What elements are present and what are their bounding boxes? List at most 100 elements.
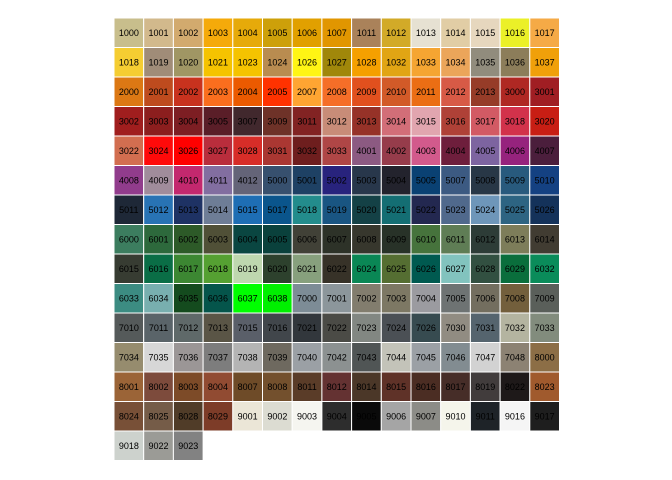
swatch-cell-3027: 3027 <box>202 135 234 166</box>
swatch-label-6021: 6021 <box>297 264 317 274</box>
swatch-cell-5010: 5010 <box>529 165 560 196</box>
swatch-cell-5001: 5001 <box>291 165 323 196</box>
swatch-cell-6006: 6006 <box>291 224 323 255</box>
swatch-cell-5026: 5026 <box>529 194 560 225</box>
swatch-label-4008: 4008 <box>119 175 139 185</box>
swatch-cell-2005: 2005 <box>262 76 293 107</box>
swatch-cell-3017: 3017 <box>469 106 501 137</box>
swatch-cell-9001: 9001 <box>232 401 264 432</box>
swatch-label-9004: 9004 <box>327 411 347 421</box>
swatch-label-5014: 5014 <box>208 205 228 215</box>
swatch-label-6006: 6006 <box>297 234 317 244</box>
swatch-cell-8008: 8008 <box>262 371 293 402</box>
swatch-label-7016: 7016 <box>267 323 287 333</box>
swatch-label-7042: 7042 <box>327 352 347 362</box>
swatch-cell-3011: 3011 <box>291 106 323 137</box>
swatch-cell-7011: 7011 <box>143 312 174 343</box>
swatch-cell-5022: 5022 <box>410 194 442 225</box>
swatch-cell-3004: 3004 <box>172 106 204 137</box>
swatch-cell-5011: 5011 <box>113 194 145 225</box>
swatch-label-3014: 3014 <box>386 116 406 126</box>
swatch-cell-4012: 4012 <box>232 165 264 196</box>
swatch-cell-4006: 4006 <box>499 135 531 166</box>
swatch-label-1028: 1028 <box>356 57 376 67</box>
swatch-label-6035: 6035 <box>178 293 198 303</box>
swatch-label-2010: 2010 <box>386 87 406 97</box>
swatch-cell-2009: 2009 <box>351 76 382 107</box>
swatch-cell-6036: 6036 <box>202 283 234 314</box>
swatch-label-1013: 1013 <box>416 28 436 38</box>
swatch-cell-5020: 5020 <box>351 194 382 225</box>
swatch-label-4002: 4002 <box>386 146 406 156</box>
swatch-cell-5024: 5024 <box>469 194 501 225</box>
swatch-label-6001: 6001 <box>149 234 169 244</box>
swatch-cell-6019: 6019 <box>232 253 264 284</box>
swatch-cell-5018: 5018 <box>291 194 323 225</box>
swatch-cell-7039: 7039 <box>262 342 293 373</box>
swatch-label-7031: 7031 <box>475 323 495 333</box>
swatch-label-8001: 8001 <box>119 382 139 392</box>
swatch-cell-6010: 6010 <box>410 224 442 255</box>
swatch-label-1032: 1032 <box>386 57 406 67</box>
swatch-cell-9011: 9011 <box>469 401 501 432</box>
swatch-label-4009: 4009 <box>149 175 169 185</box>
swatch-cell-9017: 9017 <box>529 401 560 432</box>
swatch-label-8025: 8025 <box>149 411 169 421</box>
swatch-label-6014: 6014 <box>535 234 555 244</box>
swatch-cell-1003: 1003 <box>202 17 234 48</box>
swatch-cell-7036: 7036 <box>172 342 204 373</box>
swatch-label-3000: 3000 <box>505 87 525 97</box>
swatch-label-1014: 1014 <box>446 28 466 38</box>
swatch-label-1011: 1011 <box>357 28 376 38</box>
swatch-label-5013: 5013 <box>178 205 198 215</box>
swatch-cells: 1000 1001 1002 1003 1004 1005 1006 1007 1011 1012… <box>113 17 560 461</box>
swatch-cell-1007: 1007 <box>321 17 353 48</box>
swatch-label-6026: 6026 <box>416 264 436 274</box>
swatch-cell-1016: 1016 <box>499 17 531 48</box>
swatch-cell-2011: 2011 <box>410 76 442 107</box>
swatch-cell-1017: 1017 <box>529 17 560 48</box>
swatch-label-5024: 5024 <box>475 205 495 215</box>
swatch-cell-6025: 6025 <box>380 253 412 284</box>
swatch-label-3005: 3005 <box>208 116 228 126</box>
swatch-label-1012: 1012 <box>386 28 406 38</box>
swatch-cell-8029: 8029 <box>202 401 234 432</box>
swatch-label-6009: 6009 <box>386 234 406 244</box>
swatch-cell-7047: 7047 <box>469 342 501 373</box>
swatch-cell-6009: 6009 <box>380 224 412 255</box>
swatch-cell-2012: 2012 <box>440 76 471 107</box>
swatch-cell-5017: 5017 <box>262 194 293 225</box>
swatch-cell-1014: 1014 <box>440 17 471 48</box>
swatch-label-7030: 7030 <box>446 323 466 333</box>
swatch-label-8022: 8022 <box>505 382 525 392</box>
swatch-label-1036: 1036 <box>505 57 525 67</box>
swatch-label-6034: 6034 <box>149 293 169 303</box>
swatch-cell-3013: 3013 <box>351 106 382 137</box>
swatch-cell-6022: 6022 <box>321 253 353 284</box>
swatch-cell-4007: 4007 <box>529 135 560 166</box>
swatch-label-7000: 7000 <box>297 293 317 303</box>
swatch-label-1033: 1033 <box>416 57 436 67</box>
swatch-cell-6021: 6021 <box>291 253 323 284</box>
swatch-label-7015: 7015 <box>238 323 258 333</box>
swatch-cell-7012: 7012 <box>172 312 204 343</box>
swatch-cell-7016: 7016 <box>262 312 293 343</box>
swatch-label-8004: 8004 <box>208 382 228 392</box>
swatch-label-6028: 6028 <box>475 264 495 274</box>
swatch-label-6018: 6018 <box>208 264 228 274</box>
swatch-cell-2002: 2002 <box>172 76 204 107</box>
swatch-label-5018: 5018 <box>297 205 317 215</box>
swatch-cell-1024: 1024 <box>262 47 293 78</box>
swatch-label-1037: 1037 <box>535 57 555 67</box>
swatch-label-2012: 2012 <box>446 87 466 97</box>
swatch-cell-9010: 9010 <box>440 401 471 432</box>
swatch-cell-3015: 3015 <box>410 106 442 137</box>
swatch-cell-7040: 7040 <box>291 342 323 373</box>
swatch-label-7001: 7001 <box>327 293 347 303</box>
swatch-cell-6013: 6013 <box>499 224 531 255</box>
swatch-label-3018: 3018 <box>505 116 525 126</box>
swatch-label-3020: 3020 <box>535 116 555 126</box>
swatch-cell-8011: 8011 <box>291 371 323 402</box>
swatch-cell-3009: 3009 <box>262 106 293 137</box>
swatch-cell-1034: 1034 <box>440 47 471 78</box>
